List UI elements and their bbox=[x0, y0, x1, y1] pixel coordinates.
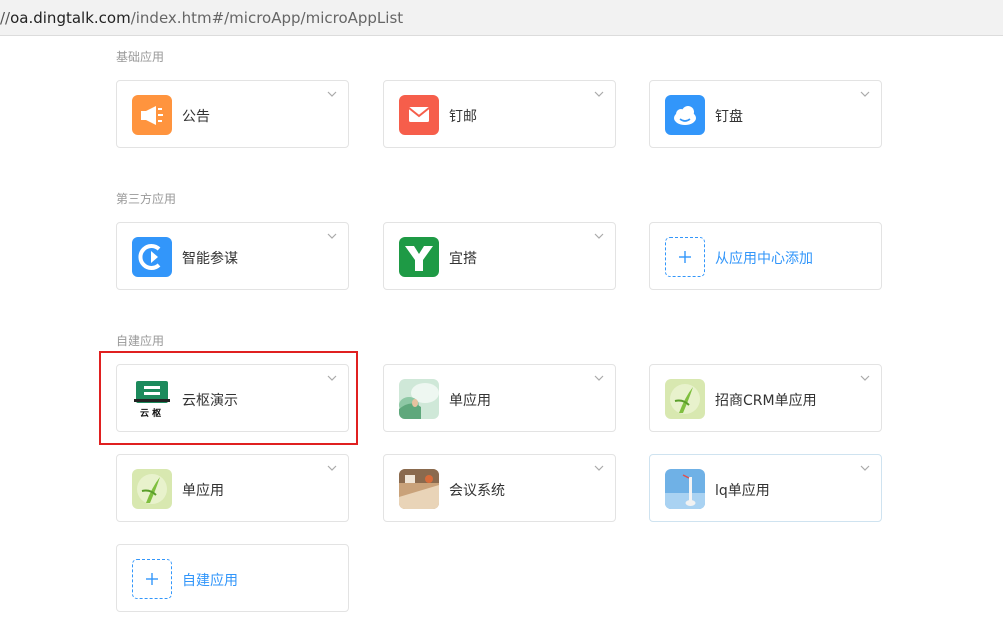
chevron-down-icon[interactable] bbox=[860, 373, 870, 383]
app-label: 钉邮 bbox=[449, 109, 477, 125]
meeting-photo-icon bbox=[399, 469, 439, 509]
app-label: lq单应用 bbox=[715, 483, 770, 499]
app-label: 智能参谋 bbox=[182, 251, 238, 267]
url-prefix: // bbox=[0, 9, 11, 27]
chevron-down-icon[interactable] bbox=[327, 231, 337, 241]
app-card-yida[interactable]: 宜搭 bbox=[383, 222, 616, 290]
photo-thumbnail-icon bbox=[399, 379, 439, 419]
leaf-thumbnail-icon bbox=[132, 469, 172, 509]
plus-icon bbox=[132, 559, 172, 599]
app-label: 会议系统 bbox=[449, 483, 505, 499]
yida-icon bbox=[399, 237, 439, 277]
app-card-crm[interactable]: 招商CRM单应用 bbox=[649, 364, 882, 432]
url-text[interactable]: //oa.dingtalk.com/index.htm#/microApp/mi… bbox=[0, 9, 403, 27]
add-from-app-center-label: 从应用中心添加 bbox=[715, 251, 813, 267]
app-card-mail[interactable]: 钉邮 bbox=[383, 80, 616, 148]
url-host: oa.dingtalk.com bbox=[10, 9, 131, 27]
app-label: 招商CRM单应用 bbox=[715, 393, 817, 409]
app-card-disk[interactable]: 钉盘 bbox=[649, 80, 882, 148]
app-card-announcement[interactable]: 公告 bbox=[116, 80, 349, 148]
megaphone-icon bbox=[132, 95, 172, 135]
chevron-down-icon[interactable] bbox=[860, 89, 870, 99]
app-card-single-app-2[interactable]: 单应用 bbox=[116, 454, 349, 522]
add-custom-app-label: 自建应用 bbox=[182, 573, 238, 589]
app-card-smart-advisor[interactable]: 智能参谋 bbox=[116, 222, 349, 290]
chevron-down-icon[interactable] bbox=[594, 373, 604, 383]
app-label: 公告 bbox=[182, 109, 210, 125]
chevron-down-icon[interactable] bbox=[594, 463, 604, 473]
app-label: 钉盘 bbox=[715, 109, 743, 125]
app-label: 单应用 bbox=[449, 393, 491, 409]
chevron-down-icon[interactable] bbox=[594, 231, 604, 241]
sky-photo-icon bbox=[665, 469, 705, 509]
section-title-third-party: 第三方应用 bbox=[116, 192, 177, 206]
add-custom-app-card[interactable]: 自建应用 bbox=[116, 544, 349, 612]
url-path: /index.htm#/microApp/microAppList bbox=[130, 9, 404, 27]
app-card-single-app[interactable]: 单应用 bbox=[383, 364, 616, 432]
leaf-thumbnail-icon bbox=[665, 379, 705, 419]
chevron-down-icon[interactable] bbox=[860, 463, 870, 473]
cloud-icon bbox=[665, 95, 705, 135]
address-bar[interactable]: //oa.dingtalk.com/index.htm#/microApp/mi… bbox=[0, 0, 1003, 36]
plus-icon bbox=[665, 237, 705, 277]
add-from-app-center-card[interactable]: 从应用中心添加 bbox=[649, 222, 882, 290]
app-label: 单应用 bbox=[182, 483, 224, 499]
section-title-custom: 自建应用 bbox=[116, 334, 165, 348]
smart-advisor-icon bbox=[132, 237, 172, 277]
mail-icon bbox=[399, 95, 439, 135]
section-title-basic: 基础应用 bbox=[116, 50, 165, 64]
app-label: 宜搭 bbox=[449, 251, 477, 267]
chevron-down-icon[interactable] bbox=[327, 89, 337, 99]
chevron-down-icon[interactable] bbox=[594, 89, 604, 99]
app-card-lq-single-app[interactable]: lq单应用 bbox=[649, 454, 882, 522]
chevron-down-icon[interactable] bbox=[327, 463, 337, 473]
highlight-box bbox=[99, 351, 358, 445]
app-card-meeting-system[interactable]: 会议系统 bbox=[383, 454, 616, 522]
